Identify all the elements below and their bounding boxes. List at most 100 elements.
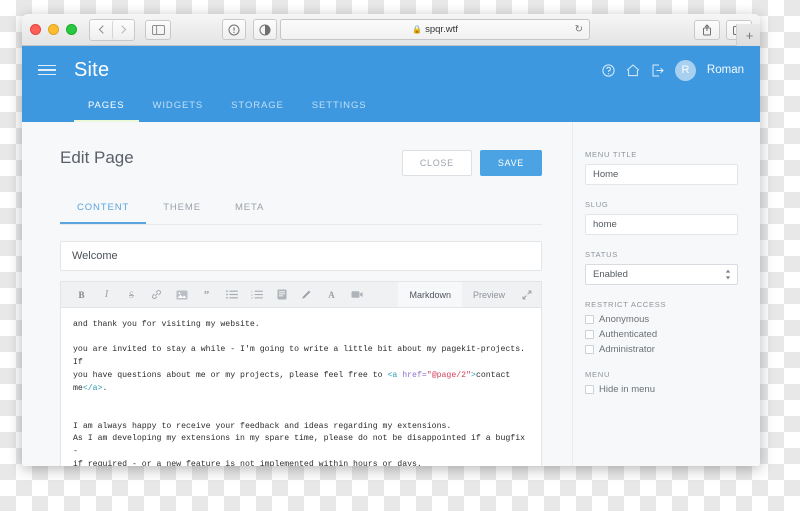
- tab-pages[interactable]: PAGES: [74, 94, 139, 122]
- editor-mode-switch: Markdown Preview: [398, 282, 541, 307]
- restrict-access-label: RESTRICT ACCESS: [585, 300, 667, 309]
- lock-icon: 🔒: [412, 25, 423, 34]
- hamburger-menu-icon[interactable]: [38, 64, 56, 76]
- menu-title-input[interactable]: Home: [585, 164, 738, 185]
- link-icon[interactable]: [144, 283, 169, 307]
- checkbox-anonymous[interactable]: [585, 315, 594, 324]
- forward-icon[interactable]: [112, 19, 134, 40]
- slug-group: SLUG home: [585, 200, 738, 235]
- checkbox-authenticated[interactable]: [585, 330, 594, 339]
- ordered-list-icon[interactable]: 1 2 3: [244, 283, 269, 307]
- menu-title-value: Home: [593, 169, 619, 180]
- checkbox-administrator[interactable]: [585, 345, 594, 354]
- restrict-anonymous-label: Anonymous: [599, 314, 650, 325]
- help-circle-icon[interactable]: [602, 63, 615, 77]
- slug-input[interactable]: home: [585, 214, 738, 235]
- site-title: Site: [74, 58, 110, 81]
- restrict-authenticated-row[interactable]: Authenticated: [585, 329, 738, 340]
- restrict-anonymous-row[interactable]: Anonymous: [585, 314, 738, 325]
- app-body: Edit Page CLOSE SAVE CONTENT THEME META …: [22, 122, 760, 466]
- tab-meta[interactable]: META: [218, 198, 281, 224]
- tab-widgets[interactable]: WIDGETS: [139, 94, 218, 122]
- logout-icon[interactable]: [651, 64, 664, 77]
- editor-line: if required - or a new feature is not im…: [73, 459, 422, 466]
- restrict-access-group: RESTRICT ACCESS Anonymous Authenticated …: [585, 300, 738, 355]
- italic-icon[interactable]: I: [94, 283, 119, 307]
- browser-titlebar: 🔒 spqr.wtf ↻ +: [22, 14, 760, 48]
- code-block-icon[interactable]: [269, 283, 294, 307]
- strikethrough-icon[interactable]: S: [119, 283, 144, 307]
- status-select[interactable]: Enabled: [585, 264, 738, 285]
- tab-content[interactable]: CONTENT: [60, 198, 147, 224]
- new-tab-button[interactable]: +: [736, 23, 760, 48]
- minimize-window-button[interactable]: [48, 24, 59, 35]
- tab-storage[interactable]: STORAGE: [217, 94, 298, 122]
- editor-blank-line: [73, 396, 78, 405]
- slug-value: home: [593, 219, 617, 230]
- video-icon[interactable]: [344, 283, 369, 307]
- address-bar[interactable]: 🔒 spqr.wtf ↻: [280, 19, 590, 40]
- page-title: Edit Page: [60, 148, 134, 167]
- maximize-window-button[interactable]: [66, 24, 77, 35]
- status-label: STATUS: [585, 250, 619, 259]
- html-attribute: href=: [402, 370, 427, 380]
- page-actions: CLOSE SAVE: [401, 148, 542, 176]
- restrict-authenticated-label: Authenticated: [599, 329, 658, 340]
- unordered-list-icon[interactable]: [219, 283, 244, 307]
- hide-in-menu-row[interactable]: Hide in menu: [585, 384, 738, 395]
- back-icon[interactable]: [90, 20, 112, 40]
- checkbox-hide-in-menu[interactable]: [585, 385, 594, 394]
- menu-title-group: MENU TITLE Home: [585, 150, 738, 185]
- select-arrows-icon: [725, 269, 731, 280]
- line-trailing-text: .: [102, 383, 108, 393]
- editor-line-text: you have questions about me or my projec…: [73, 370, 388, 380]
- close-button[interactable]: CLOSE: [401, 150, 472, 176]
- avatar[interactable]: R: [674, 59, 696, 81]
- username-label[interactable]: Roman: [707, 64, 744, 76]
- url-text: spqr.wtf: [425, 24, 458, 35]
- restrict-administrator-row[interactable]: Administrator: [585, 344, 738, 355]
- app-header: Site R Roman PAGES WIDGETS STORAGE SETTI…: [22, 46, 760, 122]
- browser-window: 🔒 spqr.wtf ↻ + Site R Roman PAGES WIDGET…: [22, 14, 760, 466]
- menu-group: MENU Hide in menu: [585, 370, 738, 395]
- tab-theme[interactable]: THEME: [146, 198, 218, 224]
- markdown-editor[interactable]: and thank you for visiting my website. y…: [60, 307, 542, 466]
- sidebar-toggle-icon[interactable]: [145, 19, 171, 40]
- pencil-icon[interactable]: [294, 283, 319, 307]
- main-column: Edit Page CLOSE SAVE CONTENT THEME META …: [22, 122, 572, 466]
- reload-icon[interactable]: ↻: [575, 24, 583, 35]
- page-title-input[interactable]: Welcome: [60, 241, 542, 271]
- restrict-administrator-label: Administrator: [599, 344, 655, 355]
- privacy-report-icon[interactable]: [253, 19, 277, 40]
- save-button[interactable]: SAVE: [479, 150, 542, 176]
- reader-view-icon[interactable]: [222, 19, 246, 40]
- page-title-input-value: Welcome: [72, 250, 118, 262]
- share-icon[interactable]: [694, 19, 720, 40]
- markdown-mode-button[interactable]: Markdown: [398, 282, 462, 307]
- image-icon[interactable]: [169, 283, 194, 307]
- editor-line-with-markup: you have questions about me or my projec…: [73, 371, 510, 380]
- font-icon[interactable]: A: [319, 283, 344, 307]
- editor-line: As I am developing my extensions in my s…: [73, 434, 530, 457]
- link-text-second: me: [73, 383, 83, 393]
- html-tag-open: <a: [387, 370, 403, 380]
- editor-toolbar: B I S ” 1 2 3 A Markdown Preview: [60, 281, 542, 307]
- editor-blank-line: [73, 333, 78, 342]
- tab-settings[interactable]: SETTINGS: [298, 94, 381, 122]
- window-controls: [30, 24, 77, 35]
- slug-label: SLUG: [585, 200, 609, 209]
- home-icon[interactable]: [626, 63, 640, 77]
- app-header-right: R Roman: [602, 59, 744, 81]
- menu-title-label: MENU TITLE: [585, 150, 638, 159]
- bold-icon[interactable]: B: [69, 283, 94, 307]
- link-text-first: contact: [475, 370, 511, 380]
- preview-mode-button[interactable]: Preview: [462, 282, 516, 307]
- fullscreen-expand-icon[interactable]: [516, 282, 541, 307]
- url-tool-buttons: [222, 19, 277, 40]
- editor-line: and thank you for visiting my website.: [73, 320, 260, 329]
- menu-section-label: MENU: [585, 370, 611, 379]
- editor-blank-line: [73, 409, 78, 418]
- status-value: Enabled: [593, 269, 628, 280]
- blockquote-icon[interactable]: ”: [194, 283, 219, 307]
- close-window-button[interactable]: [30, 24, 41, 35]
